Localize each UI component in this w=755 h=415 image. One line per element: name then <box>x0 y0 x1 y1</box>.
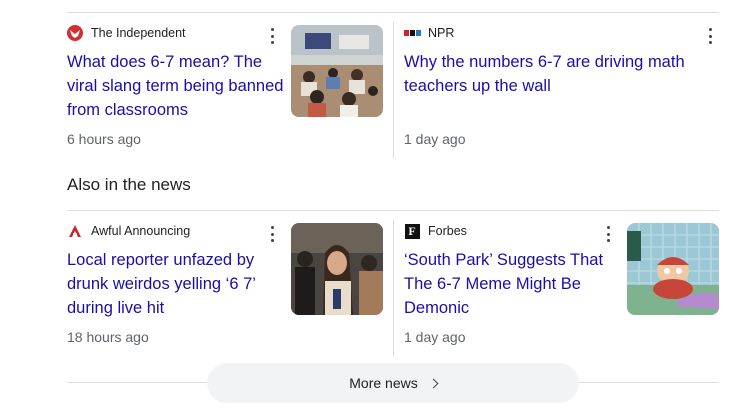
news-card-npr[interactable]: NPR Why the numbers 6-7 are driving math… <box>403 24 704 147</box>
source-name: The Independent <box>91 26 186 40</box>
top-divider <box>67 12 719 13</box>
headline-link[interactable]: Why the numbers 6-7 are driving math tea… <box>404 50 694 98</box>
more-news-button[interactable]: More news <box>207 363 579 403</box>
column-divider-bottom <box>393 220 394 356</box>
headline-link[interactable]: Local reporter unfazed by drunk weirdos … <box>67 248 287 320</box>
timestamp: 1 day ago <box>404 329 466 345</box>
headline-link[interactable]: What does 6-7 mean? The viral slang term… <box>67 50 287 122</box>
reporter-thumbnail[interactable] <box>291 223 383 315</box>
section-divider <box>67 210 719 211</box>
source-name: NPR <box>428 26 455 40</box>
news-card-forbes[interactable]: F Forbes ‘South Park’ Suggests That The … <box>404 222 614 345</box>
source-name: Forbes <box>428 224 467 238</box>
timestamp: 18 hours ago <box>67 329 149 345</box>
more-options-icon[interactable] <box>268 226 276 242</box>
more-news-label: More news <box>349 375 418 391</box>
timestamp: 6 hours ago <box>67 131 141 147</box>
forbes-logo-icon: F <box>404 223 420 239</box>
headline-link[interactable]: ‘South Park’ Suggests That The 6-7 Meme … <box>404 248 609 320</box>
section-title: Also in the news <box>67 175 191 194</box>
source-name: Awful Announcing <box>91 224 191 238</box>
awful-announcing-icon <box>67 223 83 239</box>
timestamp: 1 day ago <box>404 131 466 147</box>
source-row: NPR <box>403 24 704 42</box>
npr-logo-icon <box>403 25 421 41</box>
source-row: F Forbes <box>404 222 614 240</box>
more-options-icon[interactable] <box>268 28 276 44</box>
column-divider-top <box>393 22 394 158</box>
south-park-thumbnail[interactable] <box>627 223 719 315</box>
more-options-icon[interactable] <box>604 226 612 242</box>
chevron-right-icon <box>428 378 439 388</box>
independent-eagle-icon <box>67 25 83 41</box>
classroom-thumbnail[interactable] <box>291 25 383 117</box>
more-options-icon[interactable] <box>706 28 714 44</box>
